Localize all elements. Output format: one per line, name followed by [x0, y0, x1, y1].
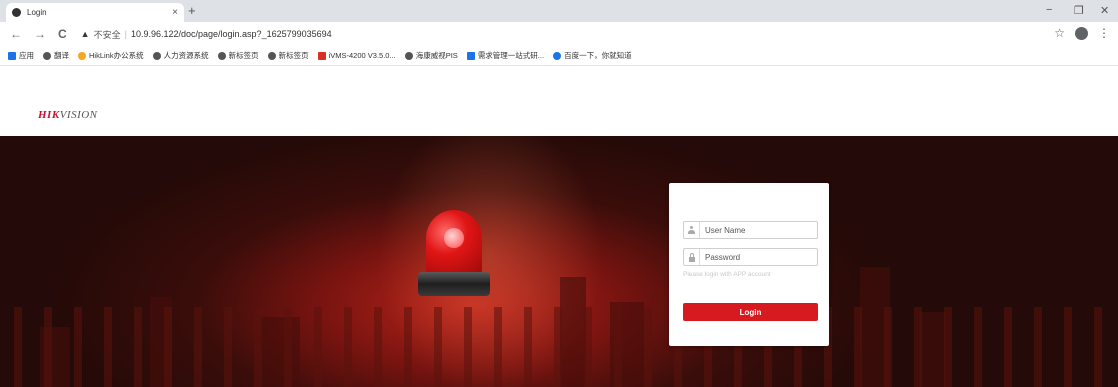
bookmark-new-tab-1[interactable]: 新标签页	[217, 50, 259, 61]
url-text[interactable]: 10.9.96.122/doc/page/login.asp?_16257990…	[131, 29, 332, 39]
alarm-siren-icon	[414, 206, 494, 298]
globe-icon	[43, 51, 51, 60]
bookmark-translate[interactable]: 翻译	[43, 50, 69, 61]
omnibox-separator: |	[124, 29, 127, 39]
close-window-button[interactable]: ✕	[1100, 4, 1109, 17]
bookmark-baidu[interactable]: 百度一下，你就知道	[553, 50, 632, 61]
tab-close-icon[interactable]: ×	[172, 7, 178, 18]
new-tab-button[interactable]: +	[188, 3, 196, 19]
lightning-icon	[466, 51, 475, 60]
siren-bulb	[444, 228, 464, 248]
username-input[interactable]	[705, 225, 805, 235]
bookmark-label: 新标签页	[278, 51, 309, 60]
browser-menu-icon[interactable]: ⋮	[1098, 26, 1110, 40]
bookmark-ivms[interactable]: iVMS-4200 V3.5.0...	[317, 51, 396, 60]
logo-brand: HIK	[38, 109, 60, 121]
bookmark-apps[interactable]: 应用	[8, 50, 34, 61]
insecure-label[interactable]: 不安全	[94, 28, 121, 41]
bookmark-requirements[interactable]: 需求管理一站式研...	[466, 50, 545, 61]
globe-icon	[404, 51, 413, 60]
warning-icon[interactable]: ▲	[81, 29, 90, 39]
login-hint: Please login with APP account	[683, 271, 771, 278]
login-banner: Please login with APP account Login	[0, 136, 1118, 387]
tab-login[interactable]: Login ×	[6, 3, 184, 22]
bookmark-label: HikLink办公系统	[89, 51, 144, 60]
bookmark-label: 百度一下，你就知道	[564, 51, 632, 60]
profile-avatar-icon[interactable]	[1075, 26, 1088, 40]
back-button[interactable]: ←	[10, 27, 22, 41]
reload-button[interactable]: C	[58, 27, 67, 41]
bookmark-label: 需求管理一站式研...	[477, 51, 545, 60]
bookmark-label: iVMS-4200 V3.5.0...	[328, 51, 396, 60]
username-field[interactable]	[683, 221, 818, 239]
bookmark-hiklink[interactable]: HikLink办公系统	[78, 50, 144, 61]
ivms-icon	[317, 51, 326, 60]
baidu-paw-icon	[553, 51, 562, 60]
restore-button[interactable]: ❐	[1074, 4, 1084, 17]
lock-icon	[684, 249, 700, 265]
bookmark-label: 新标签页	[228, 51, 259, 60]
forward-button[interactable]: →	[34, 27, 46, 41]
address-toolbar: ← → C ▲ 不安全 | 10.9.96.122/doc/page/login…	[0, 22, 1118, 46]
hiklink-icon	[78, 51, 86, 60]
tab-title: Login	[27, 8, 47, 17]
globe-icon	[217, 51, 226, 60]
tab-strip: Login × + − ❐ ✕	[0, 0, 1118, 22]
login-card: Please login with APP account Login	[669, 183, 829, 346]
password-input[interactable]	[705, 252, 805, 262]
bookmark-hr-system[interactable]: 人力资源系统	[152, 50, 209, 61]
bookmark-star-icon[interactable]: ☆	[1054, 26, 1065, 40]
bookmark-new-tab-2[interactable]: 新标签页	[267, 50, 309, 61]
password-field[interactable]	[683, 248, 818, 266]
globe-icon	[267, 51, 276, 60]
minimize-button[interactable]: −	[1046, 4, 1052, 16]
login-button[interactable]: Login	[683, 303, 818, 321]
bookmark-label: 翻译	[54, 51, 69, 60]
apps-grid-icon	[8, 51, 16, 60]
user-icon	[684, 222, 700, 238]
globe-icon	[152, 51, 161, 60]
hikvision-logo: HIKVISION	[38, 109, 98, 121]
logo-rest: VISION	[59, 109, 98, 121]
bookmarks-bar: 应用 翻译 HikLink办公系统 人力资源系统 新标签页 新标签页 iVMS-…	[0, 46, 1118, 66]
bookmark-hik-pis[interactable]: 海康威视PIS	[404, 50, 458, 61]
omnibox[interactable]: ▲ 不安全 | 10.9.96.122/doc/page/login.asp?_…	[81, 28, 332, 41]
bookmark-label: 人力资源系统	[163, 51, 209, 60]
bookmark-label: 海康威视PIS	[415, 51, 458, 60]
siren-base	[418, 272, 490, 296]
toolbar-actions: ☆ ⋮	[1054, 26, 1110, 40]
favicon-icon	[12, 8, 21, 17]
bookmark-label: 应用	[19, 51, 34, 60]
skyline	[0, 307, 1118, 387]
